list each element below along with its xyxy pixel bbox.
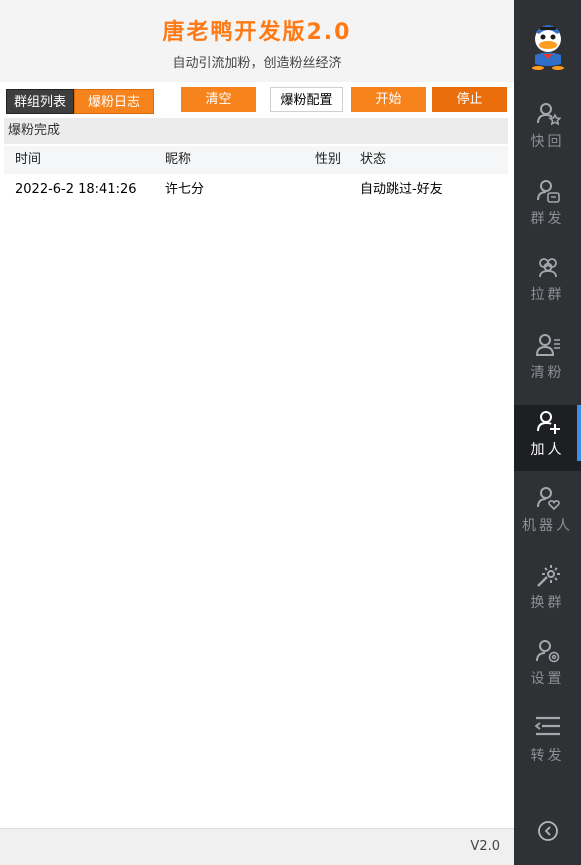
start-button[interactable]: 开始: [351, 87, 426, 112]
toolbar: 群组列表 爆粉日志 清空 爆粉配置 开始 停止: [0, 82, 514, 118]
config-button[interactable]: 爆粉配置: [270, 87, 343, 112]
cell-nickname: 许七分: [165, 182, 205, 197]
status-text: 爆粉完成: [4, 118, 508, 144]
app-title: 唐老鸭开发版2.0: [162, 20, 352, 45]
cell-time: 2022-6-2 18:41:26: [15, 182, 137, 197]
sidebar-item-label: 换群: [530, 595, 565, 611]
sparkle-icon: [536, 565, 560, 587]
sidebar-item-settings[interactable]: 设置: [514, 634, 581, 700]
sidebar-item-label: 群发: [530, 211, 565, 227]
sidebar-item-label: 加人: [530, 442, 565, 458]
column-header-gender[interactable]: 性别: [315, 146, 341, 174]
sidebar-item-clear-fans[interactable]: 清粉: [514, 328, 581, 394]
sidebar-item-forward[interactable]: 转发: [514, 711, 581, 777]
version-label: V2.0: [470, 839, 500, 854]
sidebar-item-label: 机器人: [522, 518, 573, 534]
sidebar-item-robot[interactable]: 机器人: [514, 481, 581, 547]
person-add-icon: [536, 411, 560, 434]
forward-list-icon: [534, 716, 560, 736]
sidebar-item-mass-send[interactable]: 群发: [514, 174, 581, 240]
sidebar-item-label: 设置: [530, 671, 565, 687]
donald-duck-avatar[interactable]: [527, 22, 569, 70]
table-row[interactable]: 2022-6-2 18:41:26 许七分 自动跳过-好友: [4, 176, 508, 204]
tab-fan-log[interactable]: 爆粉日志: [74, 89, 154, 114]
status-bar: V2.0: [0, 828, 514, 865]
tab-group-list[interactable]: 群组列表: [6, 89, 74, 114]
column-header-status[interactable]: 状态: [360, 146, 386, 174]
app-subtitle: 自动引流加粉，创造粉丝经济: [172, 56, 342, 71]
sidebar: 快回 群发 拉群 清粉 加人 机器人 换群 设置 转发: [514, 0, 581, 865]
sidebar-item-label: 转发: [530, 748, 565, 764]
table-header: 时间 昵称 性别 状态: [4, 146, 508, 174]
group-icon: [538, 258, 557, 278]
cell-status: 自动跳过-好友: [360, 182, 443, 197]
stop-button[interactable]: 停止: [432, 87, 507, 112]
sidebar-item-switch-group[interactable]: 换群: [514, 558, 581, 624]
log-panel: 爆粉完成 时间 昵称 性别 状态 2022-6-2 18:41:26 许七分 自…: [4, 118, 508, 828]
person-message-icon: [536, 180, 560, 203]
person-heart-icon: [536, 487, 560, 511]
person-star-icon: [536, 103, 561, 126]
sidebar-item-label: 快回: [530, 134, 565, 150]
column-header-time[interactable]: 时间: [15, 146, 41, 174]
sidebar-item-quick-reply[interactable]: 快回: [514, 97, 581, 163]
person-gear-icon: [535, 640, 559, 663]
person-list-icon: [535, 334, 560, 356]
app-header: 唐老鸭开发版2.0 自动引流加粉，创造粉丝经济: [0, 0, 514, 82]
clear-button[interactable]: 清空: [181, 87, 256, 112]
main-pane: 唐老鸭开发版2.0 自动引流加粉，创造粉丝经济 群组列表 爆粉日志 清空 爆粉配…: [0, 0, 514, 865]
chevron-left-circle-icon[interactable]: [537, 820, 559, 842]
sidebar-item-label: 清粉: [530, 365, 565, 381]
sidebar-item-add-friend[interactable]: 加人: [514, 405, 581, 471]
column-header-nickname[interactable]: 昵称: [165, 146, 191, 174]
sidebar-item-label: 拉群: [530, 287, 565, 303]
sidebar-item-pull-group[interactable]: 拉群: [514, 250, 581, 316]
